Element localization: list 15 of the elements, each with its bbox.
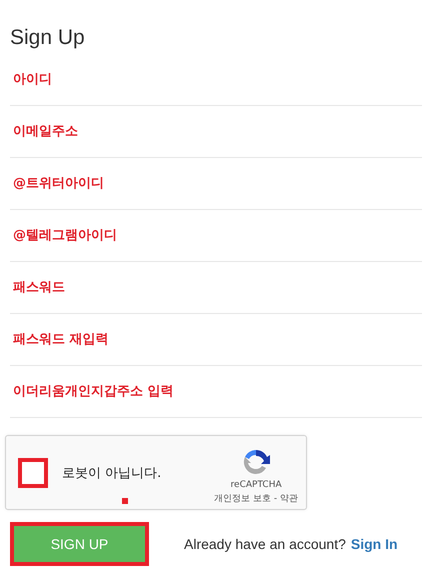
input-field[interactable]: 이더리움개인지갑주소 입력: [10, 366, 422, 418]
input-field[interactable]: @텔레그램아이디: [10, 210, 422, 262]
recaptcha-brand: reCAPTCHA: [230, 480, 282, 490]
input-field[interactable]: 패스워드 재입력: [10, 314, 422, 366]
sign-in-link[interactable]: Sign In: [350, 536, 398, 552]
captcha-label: 로봇이 아닙니다.: [62, 464, 162, 482]
input-field[interactable]: 아이디: [10, 54, 422, 106]
page-title: Sign Up: [10, 26, 86, 50]
input-field[interactable]: 패스워드: [10, 262, 422, 314]
sign-in-prompt: Already have an account?: [184, 536, 346, 552]
sign-up-button[interactable]: SIGN UP: [10, 522, 149, 566]
input-field[interactable]: 이메일주소: [10, 106, 422, 158]
input-field[interactable]: @트위터아이디: [10, 158, 422, 210]
privacy-terms-link[interactable]: 개인정보 보호 - 약관: [214, 492, 298, 505]
captcha-checkbox[interactable]: [18, 458, 48, 488]
